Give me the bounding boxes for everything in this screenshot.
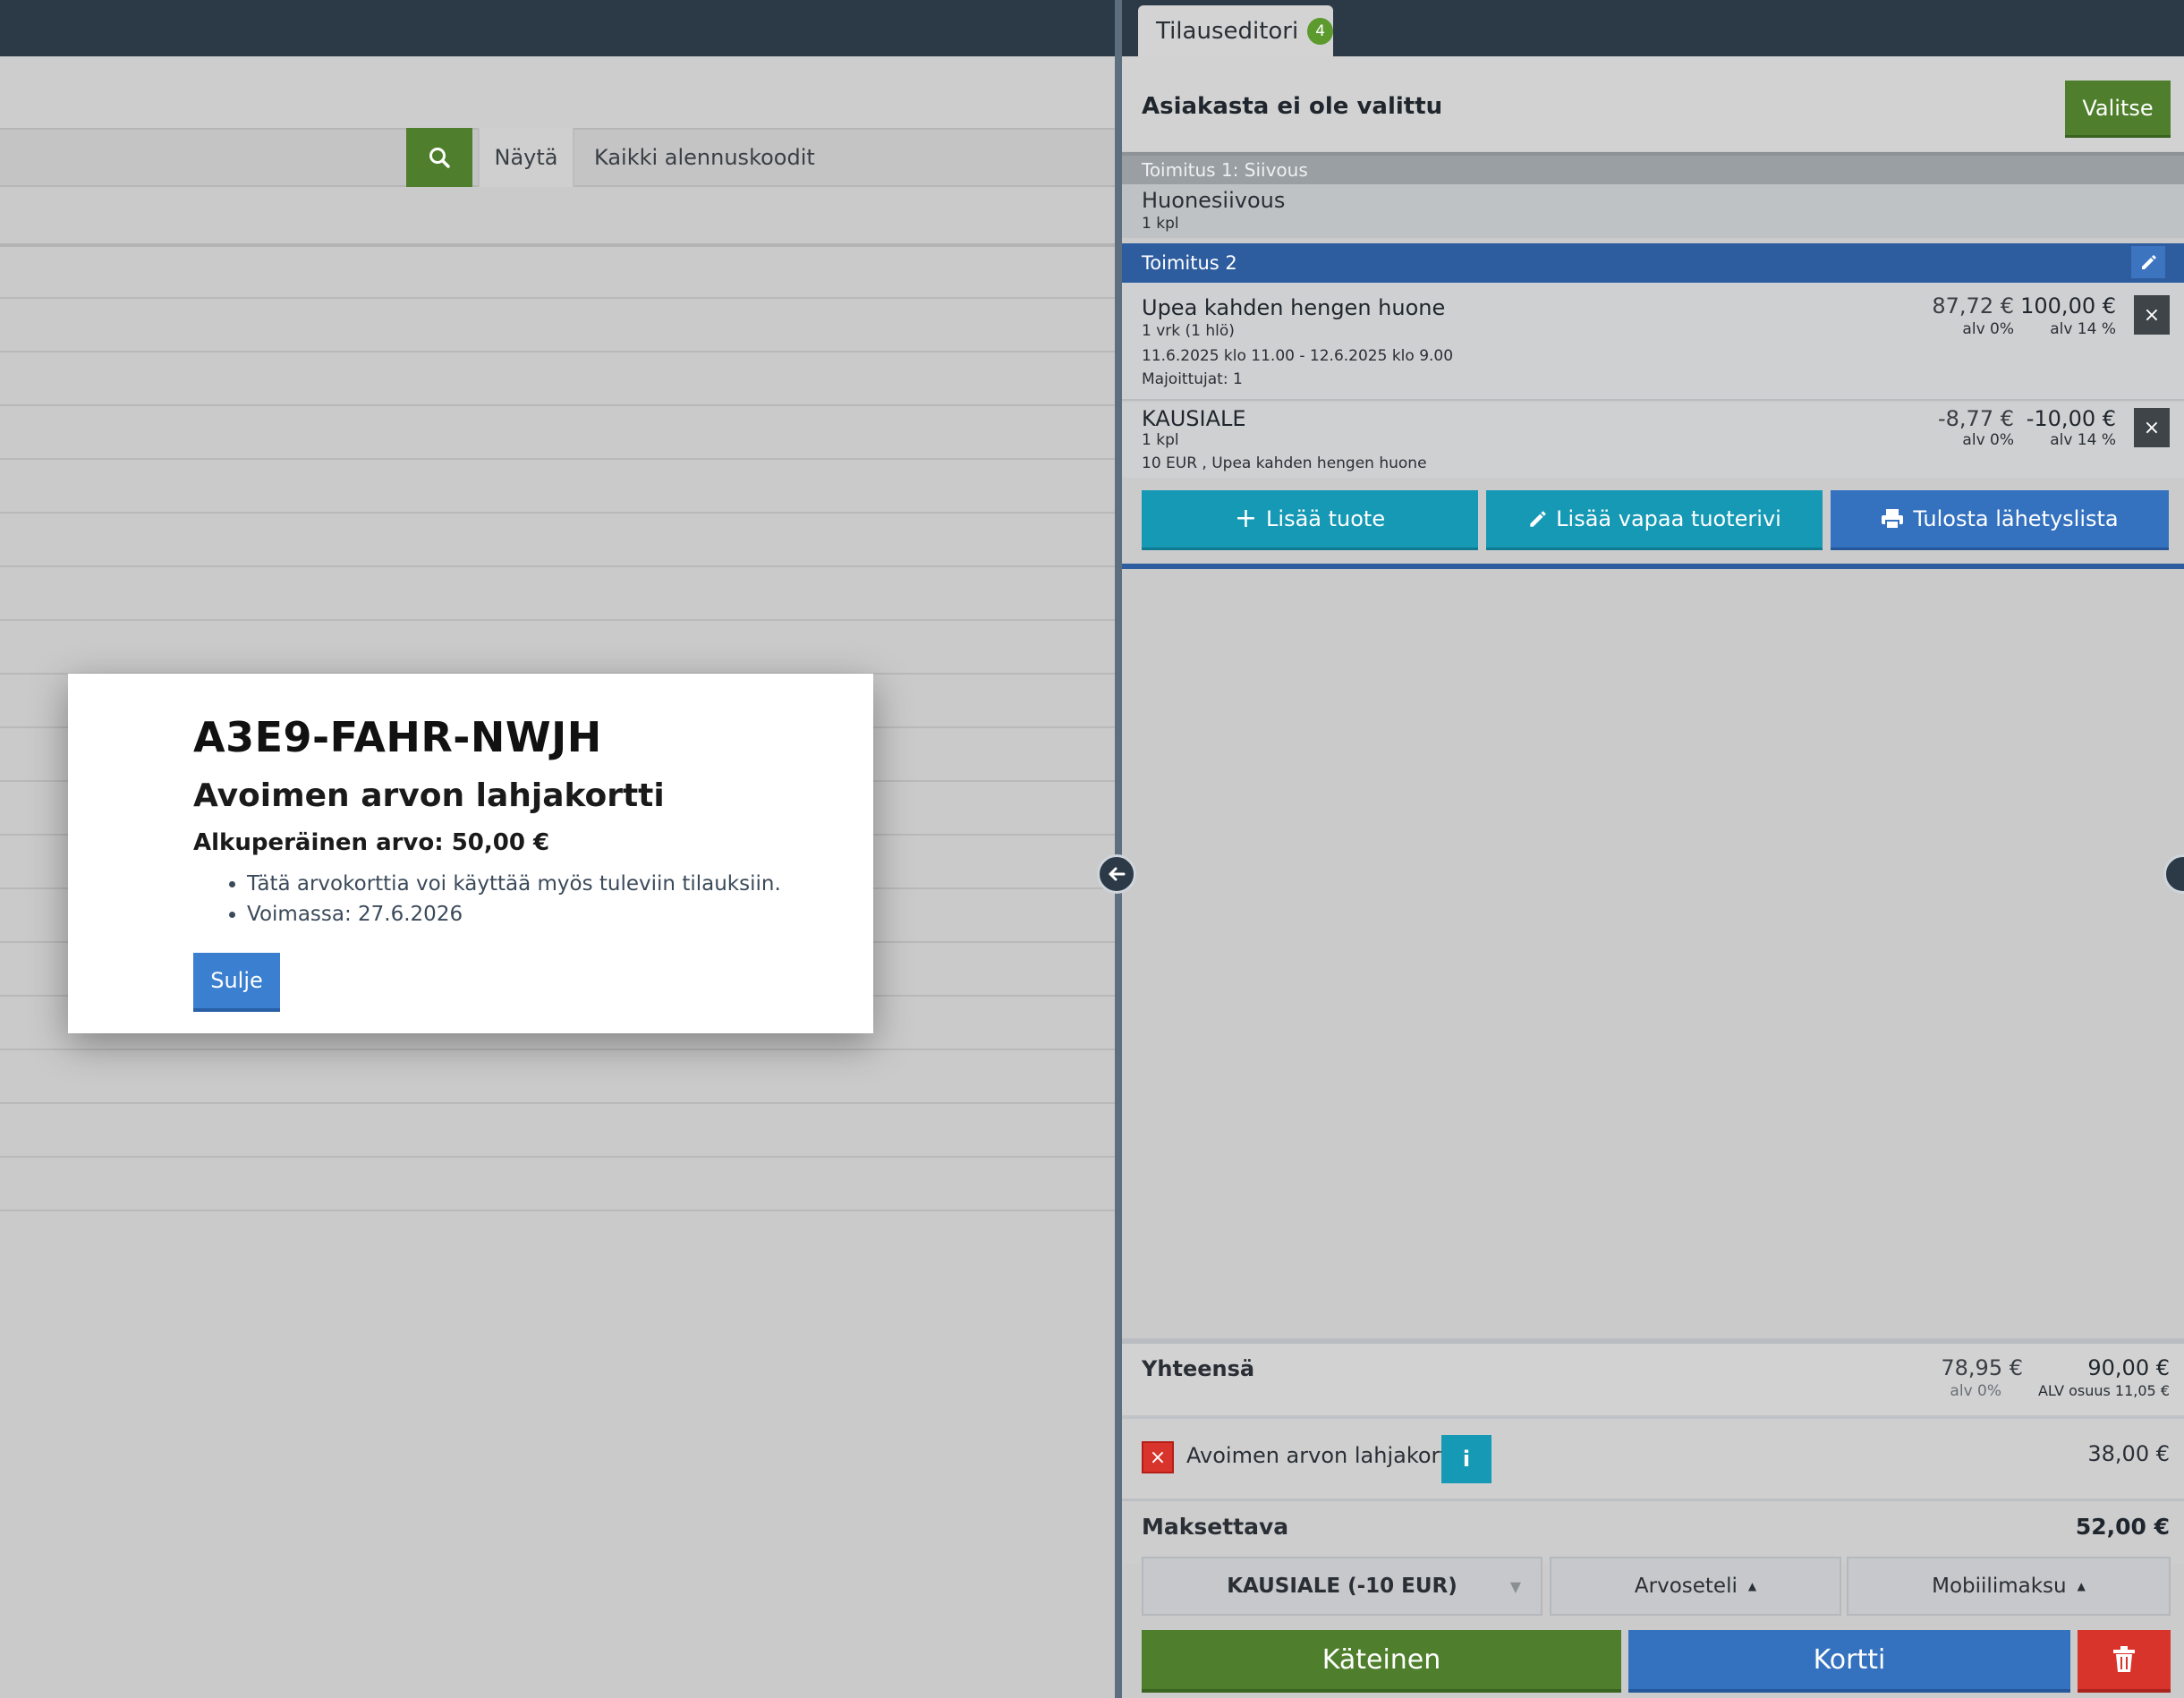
price-excl-vat: 87,72 € [1932,293,2014,318]
order-row-detail: 10 EUR , Upea kahden hengen huone [1142,454,1427,472]
price-excl-vat: -8,77 € [1938,406,2014,431]
discount-code-filter-select[interactable]: Kaikki alennuskoodit [576,128,1115,187]
cash-payment-button[interactable]: Käteinen [1142,1630,1621,1693]
order-row-name: KAUSIALE [1142,406,1246,431]
search-icon [429,148,450,168]
gift-card-detail-item: Tätä arvokorttia voi käyttää myös tulevi… [247,869,781,899]
order-row-detail: 1 kpl [1142,431,1179,449]
delivery-1-header[interactable]: Toimitus 1: Siivous [1122,152,2184,184]
gift-card-title: Avoimen arvon lahjakortti [193,777,665,814]
total-vat-share: ALV osuus 11,05 € [2037,1382,2170,1399]
gift-card-details: Tätä arvokorttia voi käyttää myös tulevi… [193,869,781,930]
voucher-dropdown[interactable]: Arvoseteli ▲ [1550,1557,1841,1616]
order-row-detail: Majoittujat: 1 [1142,370,1243,388]
vat-excl-label: alv 0% [1962,431,2014,449]
total-excl-vat-label: alv 0% [1950,1382,2001,1400]
editor-empty-area [1122,569,2184,1338]
mobile-payment-dropdown-label: Mobiilimaksu [1932,1575,2067,1598]
tab-order-editor[interactable]: Tilauseditori 4 [1138,5,1333,56]
total-label: Yhteensä [1142,1356,1255,1381]
card-payment-button[interactable]: Kortti [1628,1630,2070,1693]
order-editor-panel: Tilauseditori 4 Asiakasta ei ole valittu… [1122,0,2184,1698]
arrow-left-icon [1109,867,1126,881]
discount-dropdown[interactable]: KAUSIALE (-10 EUR) ▼ [1142,1557,1542,1616]
delivery-2-header[interactable]: Toimitus 2 [1122,243,2184,283]
print-packing-list-button[interactable]: Tulosta lähetyslista [1831,490,2169,550]
total-section [1122,1338,2184,1415]
remove-row-button[interactable]: × [2134,408,2170,447]
gift-card-dialog: A3E9-FAHR-NWJH Avoimen arvon lahjakortti… [68,674,873,1033]
plus-icon: + [1234,503,1258,534]
order-row-detail: 1 vrk (1 hlö) [1142,322,1235,340]
gift-card-original-value: Alkuperäinen arvo: 50,00 € [193,829,550,856]
price-incl-vat: -10,00 € [2026,406,2116,431]
panel-divider[interactable] [1115,0,1122,1698]
gift-card-info-button[interactable]: i [1441,1435,1491,1483]
show-label: Näytä [478,128,574,187]
vat-incl-label: alv 14 % [2050,431,2116,449]
delete-order-button[interactable] [2078,1630,2171,1693]
gift-card-payment-amount: 38,00 € [2087,1441,2170,1466]
add-product-button[interactable]: + Lisää tuote [1142,490,1478,550]
caret-up-icon: ▲ [1747,1580,1757,1592]
caret-up-icon: ▲ [2077,1580,2086,1592]
order-row[interactable]: KAUSIALE 1 kpl 10 EUR , Upea kahden heng… [1122,403,2184,478]
order-row-name: Upea kahden hengen huone [1142,295,1446,320]
gift-card-detail-item: Voimassa: 27.6.2026 [247,899,781,930]
payable-label: Maksettava [1142,1514,1289,1540]
remove-row-button[interactable]: × [2134,295,2170,335]
collapse-panel-button[interactable] [1097,854,1136,894]
price-incl-vat: 100,00 € [2020,293,2116,318]
pencil-icon [1530,511,1547,527]
delivery-1-item-qty: 1 kpl [1142,215,1179,233]
tab-label: Tilauseditori [1156,17,1299,45]
total-incl-vat: 90,00 € [2087,1355,2170,1380]
top-navbar [0,0,1115,56]
voucher-dropdown-label: Arvoseteli [1634,1575,1738,1598]
total-excl-vat: 78,95 € [1941,1355,2023,1380]
add-product-label: Lisää tuote [1266,506,1386,531]
search-button[interactable] [406,128,472,187]
add-free-row-label: Lisää vapaa tuoterivi [1556,506,1781,531]
tab-count-badge: 4 [1307,17,1333,45]
toolbar-area [0,56,1115,128]
vat-incl-label: alv 14 % [2050,320,2116,338]
customer-status: Asiakasta ei ole valittu [1142,93,1443,120]
vat-excl-label: alv 0% [1962,320,2014,338]
remove-gift-card-button[interactable]: × [1142,1441,1174,1473]
mobile-payment-dropdown[interactable]: Mobiilimaksu ▲ [1847,1557,2171,1616]
choose-customer-button[interactable]: Valitse [2065,81,2171,138]
trash-icon [2113,1646,2135,1672]
close-button[interactable]: Sulje [193,953,280,1012]
printer-icon [1882,509,1904,530]
add-free-row-button[interactable]: Lisää vapaa tuoterivi [1486,490,1823,550]
print-packing-list-label: Tulosta lähetyslista [1913,506,2119,531]
payable-amount: 52,00 € [2075,1514,2170,1540]
edit-delivery-button[interactable] [2131,246,2165,278]
pencil-icon [2142,255,2156,269]
caret-down-icon: ▼ [1509,1577,1521,1595]
delivery-1-item-name: Huonesiivous [1142,188,1286,213]
order-row-detail: 11.6.2025 klo 11.00 - 12.6.2025 klo 9.00 [1142,347,1454,365]
gift-card-code: A3E9-FAHR-NWJH [193,713,602,761]
order-row[interactable]: Upea kahden hengen huone 1 vrk (1 hlö) 1… [1122,283,2184,401]
discount-dropdown-label: KAUSIALE (-10 EUR) [1227,1575,1457,1598]
gift-card-payment-name: Avoimen arvon lahjakortti [1186,1443,1463,1468]
